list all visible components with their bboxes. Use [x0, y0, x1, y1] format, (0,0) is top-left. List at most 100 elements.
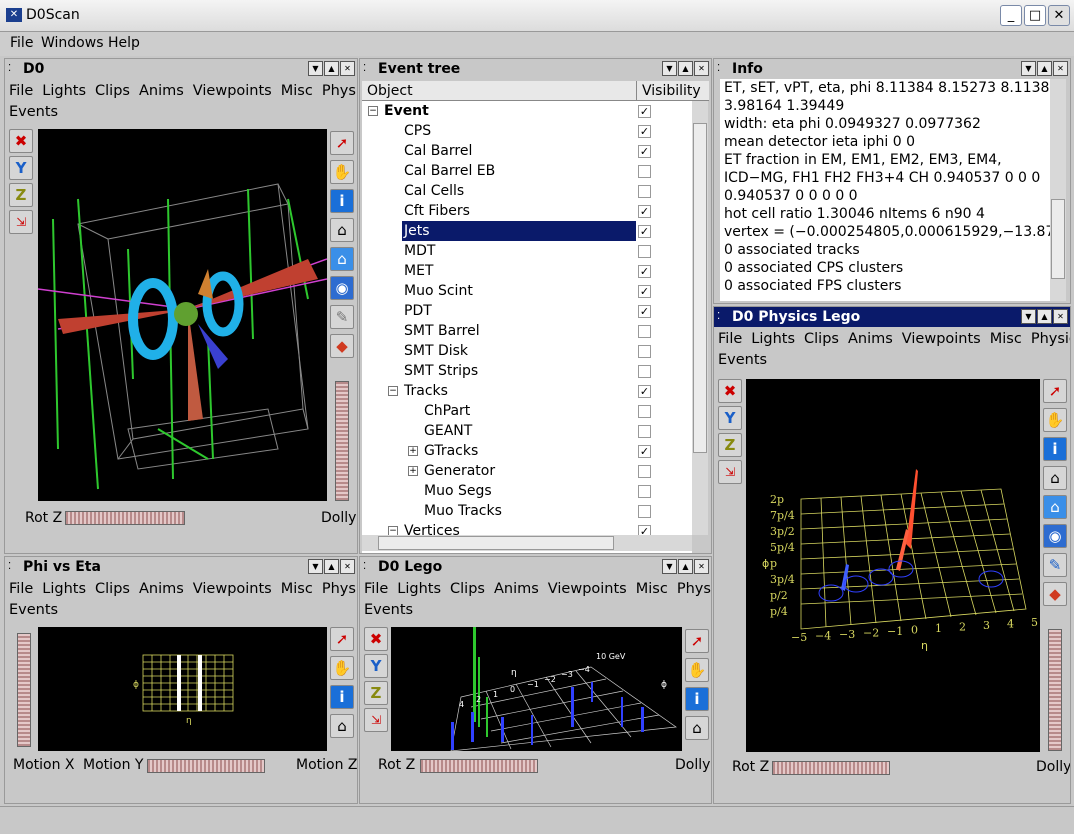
close-button[interactable]: ✕	[1048, 5, 1070, 26]
tree-row[interactable]: + Generator	[362, 461, 692, 481]
menu-file[interactable]: File	[10, 35, 33, 51]
hand-icon[interactable]: ✋	[1043, 408, 1067, 432]
home-icon[interactable]: ⌂	[1043, 466, 1067, 490]
tree-row[interactable]: Muo Segs	[362, 481, 692, 501]
info-icon[interactable]: i	[1043, 437, 1067, 461]
tree-hscrollbar[interactable]	[362, 535, 692, 551]
pane-minimize-button[interactable]: ▼	[1021, 309, 1036, 324]
tree-row[interactable]: − Event ✓	[362, 101, 692, 121]
pmenu-misc[interactable]: Misc	[990, 331, 1022, 347]
rotz-wheel[interactable]	[772, 761, 890, 775]
info-text-area[interactable]: ET, sET, vPT, eta, phi 8.11384 8.15273 8…	[720, 79, 1050, 301]
flashlight-icon[interactable]: ✎	[1043, 553, 1067, 577]
pane-maximize-button[interactable]: ▲	[1037, 61, 1052, 76]
pointer-icon[interactable]: ➚	[685, 629, 709, 653]
seek-icon[interactable]: ⇲	[718, 460, 742, 484]
tree-expander-icon[interactable]: +	[408, 466, 418, 476]
tree-row[interactable]: CPS ✓	[362, 121, 692, 141]
motion-x-wheel[interactable]	[147, 759, 265, 773]
info-vscroll-thumb[interactable]	[1051, 199, 1065, 279]
info-vscrollbar[interactable]	[1050, 79, 1066, 301]
pmenu-physics[interactable]: Physics	[677, 581, 711, 597]
visibility-checkbox[interactable]	[638, 245, 651, 258]
pane-maximize-button[interactable]: ▲	[678, 61, 693, 76]
tree-row[interactable]: SMT Strips	[362, 361, 692, 381]
pmenu-lights[interactable]: Lights	[42, 83, 86, 99]
pane-maximize-button[interactable]: ▲	[678, 559, 693, 574]
pane-close-button[interactable]: ✕	[694, 559, 709, 574]
visibility-checkbox[interactable]: ✓	[638, 205, 651, 218]
hand-icon[interactable]: ✋	[685, 658, 709, 682]
pmenu-viewpoints[interactable]: Viewpoints	[548, 581, 627, 597]
pmenu-lights[interactable]: Lights	[751, 331, 795, 347]
pmenu-clips[interactable]: Clips	[95, 83, 130, 99]
pmenu-events[interactable]: Events	[9, 602, 58, 618]
info-icon[interactable]: i	[330, 189, 354, 213]
info-icon[interactable]: i	[685, 687, 709, 711]
pmenu-misc[interactable]: Misc	[281, 83, 313, 99]
pmenu-file[interactable]: File	[9, 83, 33, 99]
motion-y-wheel[interactable]	[17, 633, 31, 747]
visibility-checkbox[interactable]: ✓	[638, 145, 651, 158]
column-header-visibility[interactable]: Visibility	[642, 83, 701, 99]
visibility-checkbox[interactable]	[638, 345, 651, 358]
pmenu-anims[interactable]: Anims	[494, 581, 539, 597]
tree-row[interactable]: Cal Barrel EB	[362, 161, 692, 181]
tree-expander-icon[interactable]: +	[408, 446, 418, 456]
dolly-wheel[interactable]	[335, 381, 349, 501]
delete-icon[interactable]: ✖	[9, 129, 33, 153]
home-icon[interactable]: ⌂	[330, 714, 354, 738]
pmenu-physics[interactable]: Physics	[322, 83, 357, 99]
pmenu-misc[interactable]: Misc	[281, 581, 313, 597]
pane-close-button[interactable]: ✕	[340, 559, 355, 574]
visibility-checkbox[interactable]: ✓	[638, 265, 651, 278]
hand-icon[interactable]: ✋	[330, 656, 354, 680]
visibility-checkbox[interactable]: ✓	[638, 385, 651, 398]
pane-minimize-button[interactable]: ▼	[1021, 61, 1036, 76]
visibility-checkbox[interactable]	[638, 485, 651, 498]
y-axis-icon[interactable]: Y	[364, 654, 388, 678]
pointer-icon[interactable]: ➚	[1043, 379, 1067, 403]
tree-row[interactable]: SMT Barrel	[362, 321, 692, 341]
view-all-icon[interactable]: ◉	[330, 276, 354, 300]
tree-vscroll-thumb[interactable]	[693, 123, 707, 453]
y-axis-icon[interactable]: Y	[718, 406, 742, 430]
visibility-checkbox[interactable]: ✓	[638, 225, 651, 238]
pmenu-clips[interactable]: Clips	[95, 581, 130, 597]
tree-row[interactable]: GEANT	[362, 421, 692, 441]
visibility-checkbox[interactable]	[638, 425, 651, 438]
tree-row[interactable]: Cal Barrel ✓	[362, 141, 692, 161]
pane-close-button[interactable]: ✕	[340, 61, 355, 76]
visibility-checkbox[interactable]: ✓	[638, 125, 651, 138]
minimize-button[interactable]: _	[1000, 5, 1022, 26]
seek-icon[interactable]: ⇲	[9, 210, 33, 234]
pane-maximize-button[interactable]: ▲	[324, 61, 339, 76]
pmenu-file[interactable]: File	[718, 331, 742, 347]
tree-row[interactable]: PDT ✓	[362, 301, 692, 321]
dolly-wheel[interactable]	[1048, 629, 1062, 751]
menu-windows[interactable]: Windows	[41, 35, 104, 51]
seek-icon[interactable]: ⇲	[364, 708, 388, 732]
pmenu-anims[interactable]: Anims	[848, 331, 893, 347]
visibility-checkbox[interactable]	[638, 405, 651, 418]
projection-icon[interactable]: ◆	[1043, 582, 1067, 606]
physics-lego-viewer[interactable]: 2p 7p/4 3p/2 5p/4 p 3p/4 p/2 p/4 −5 −4 −3 −2 −1 0 1 2 3…	[746, 379, 1040, 752]
visibility-checkbox[interactable]	[638, 325, 651, 338]
tree-row[interactable]: Cal Cells	[362, 181, 692, 201]
pane-maximize-button[interactable]: ▲	[324, 559, 339, 574]
menu-help[interactable]: Help	[108, 35, 140, 51]
pmenu-viewpoints[interactable]: Viewpoints	[193, 581, 272, 597]
pane-minimize-button[interactable]: ▼	[308, 61, 323, 76]
pmenu-anims[interactable]: Anims	[139, 581, 184, 597]
pmenu-events[interactable]: Events	[718, 352, 767, 368]
pmenu-file[interactable]: File	[9, 581, 33, 597]
pane-minimize-button[interactable]: ▼	[662, 559, 677, 574]
visibility-checkbox[interactable]	[638, 185, 651, 198]
pane-minimize-button[interactable]: ▼	[662, 61, 677, 76]
d0-3d-viewer[interactable]	[38, 129, 327, 501]
visibility-checkbox[interactable]: ✓	[638, 445, 651, 458]
tree-expander-icon[interactable]: −	[388, 386, 398, 396]
pane-close-button[interactable]: ✕	[694, 61, 709, 76]
tree-row[interactable]: − Tracks ✓	[362, 381, 692, 401]
visibility-checkbox[interactable]	[638, 165, 651, 178]
